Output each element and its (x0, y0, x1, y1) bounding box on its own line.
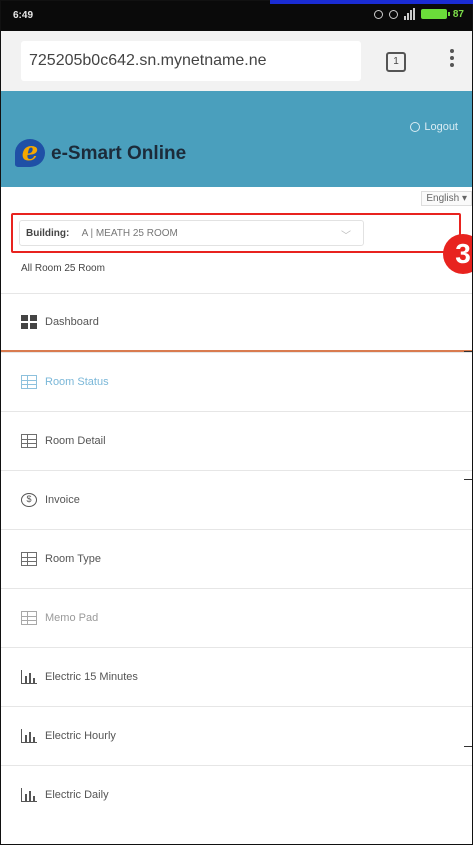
status-time: 6:49 (13, 10, 34, 21)
url-field[interactable]: 725205b0c642.sn.mynetname.ne (21, 41, 361, 81)
phone-screen: 6:49 87 725205b0c642.sn.mynetname.ne 1 e… (0, 0, 473, 845)
nav-item-room-status[interactable]: Room Status (1, 352, 472, 411)
power-icon (410, 122, 421, 132)
dashboard-icon (21, 315, 37, 329)
nav-item-dashboard[interactable]: Dashboard (1, 293, 472, 352)
tab-switcher-button[interactable]: 1 (386, 52, 406, 72)
battery-level: 87 (452, 8, 464, 20)
nav-item-electric-daily[interactable]: Electric Daily (1, 765, 472, 824)
building-subtitle: All Room 25 Room (21, 263, 105, 274)
nav-item-invoice[interactable]: $ Invoice (1, 470, 472, 529)
link-underline (270, 0, 473, 4)
language-select[interactable]: English ▾ (421, 191, 472, 206)
nav-item-label: Room Status (45, 376, 109, 388)
step-badge: 3 (443, 234, 472, 274)
building-select[interactable]: Building: A | MEATH 25 ROOM ﹀ (19, 220, 364, 246)
room-detail-icon (21, 434, 37, 448)
nav-item-memo-pad[interactable]: Memo Pad (1, 588, 472, 647)
status-icons: 87 (373, 8, 464, 20)
room-status-icon (21, 375, 37, 389)
alarm-icon (373, 9, 383, 19)
browser-address-bar: 725205b0c642.sn.mynetname.ne 1 (1, 31, 472, 92)
nav-item-electric-hourly[interactable]: Electric Hourly (1, 706, 472, 765)
app-title: e-Smart Online (51, 143, 187, 164)
nav-item-label: Room Detail (45, 435, 106, 447)
nav-item-room-type[interactable]: Room Type (1, 529, 472, 588)
signal-icon (403, 8, 415, 20)
electric-chart-icon (21, 788, 37, 802)
logout-link[interactable]: Logout (410, 121, 458, 133)
nav-item-label: Electric Daily (45, 789, 109, 801)
nav-item-electric-15-minutes[interactable]: Electric 15 Minutes (1, 647, 472, 706)
edge-mark (464, 479, 472, 480)
logout-label: Logout (424, 121, 458, 133)
memo-pad-icon (21, 611, 37, 625)
browser-menu-icon[interactable] (449, 49, 455, 71)
edge-mark (464, 746, 472, 747)
sidebar-nav: Dashboard Room Status Room Detail $ Invo… (1, 293, 472, 824)
battery-icon (420, 9, 450, 19)
room-type-icon (21, 552, 37, 566)
nav-item-label: Room Type (45, 553, 102, 565)
building-value: A | MEATH 25 ROOM (81, 228, 178, 239)
chevron-down-icon: ﹀ (341, 231, 351, 242)
nav-item-label: Memo Pad (45, 612, 99, 624)
language-label: English (426, 193, 460, 204)
electric-chart-icon (21, 670, 37, 684)
electric-chart-icon (21, 729, 37, 743)
building-highlight-box: Building: A | MEATH 25 ROOM ﹀ (11, 213, 461, 253)
nav-item-room-detail[interactable]: Room Detail (1, 411, 472, 470)
app-header: e e-Smart Online Logout (1, 91, 472, 187)
nav-item-label: Invoice (45, 494, 80, 506)
sync-icon (388, 9, 398, 19)
nav-item-label: Electric Hourly (45, 730, 116, 742)
building-label: Building: (26, 228, 70, 239)
nav-item-label: Dashboard (45, 316, 99, 328)
e-smart-logo-icon: e (15, 139, 45, 167)
status-bar: 6:49 87 (1, 1, 472, 31)
invoice-icon: $ (21, 493, 37, 507)
nav-item-label: Electric 15 Minutes (45, 671, 138, 683)
